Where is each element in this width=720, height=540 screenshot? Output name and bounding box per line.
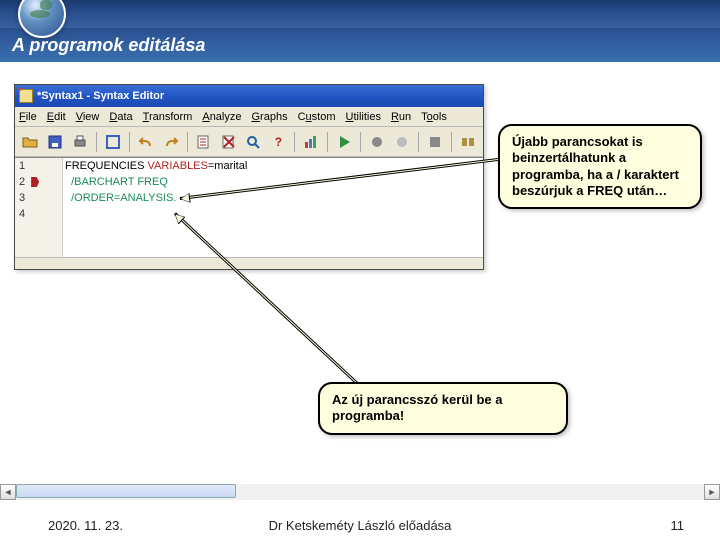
footer-date: 2020. 11. 23. — [48, 518, 123, 533]
separator — [451, 132, 452, 152]
scroll-left-icon[interactable]: ◄ — [0, 484, 16, 500]
separator — [360, 132, 361, 152]
menu-custom[interactable]: Custom — [298, 111, 336, 123]
separator — [129, 132, 130, 152]
code-line — [65, 208, 483, 224]
delete-icon[interactable] — [218, 131, 240, 153]
window-titlebar[interactable]: *Syntax1 - Syntax Editor — [15, 85, 483, 107]
find-icon[interactable] — [243, 131, 265, 153]
code-area[interactable]: FREQUENCIES VARIABLES=marital /BARCHART … — [63, 158, 483, 257]
menu-data[interactable]: Data — [109, 111, 132, 123]
syntax-editor-window: *Syntax1 - Syntax Editor File Edit View … — [14, 84, 484, 270]
menu-utilities[interactable]: Utilities — [346, 111, 381, 123]
horizontal-scrollbar[interactable]: ◄ ► — [0, 484, 720, 500]
separator — [96, 132, 97, 152]
line-gutter: 1 2 3 4 — [15, 158, 63, 257]
line-number: 1 — [19, 160, 25, 172]
line-number: 2 — [19, 176, 25, 188]
code-line: /ORDER=ANALYSIS. — [65, 192, 483, 208]
recall-icon[interactable] — [102, 131, 124, 153]
print-icon[interactable] — [69, 131, 91, 153]
menubar: File Edit View Data Transform Analyze Gr… — [15, 107, 483, 127]
slide-body: *Syntax1 - Syntax Editor File Edit View … — [0, 62, 720, 540]
run-icon[interactable] — [333, 131, 355, 153]
scroll-track[interactable] — [16, 484, 704, 500]
run-marker-icon — [31, 177, 39, 187]
toolbar: ? — [15, 127, 483, 157]
line-number: 3 — [19, 192, 25, 204]
scroll-right-icon[interactable]: ► — [704, 484, 720, 500]
slide-title-bar: A programok editálása — [0, 28, 720, 62]
window-icon — [19, 89, 33, 103]
menu-tools[interactable]: Tools — [421, 111, 447, 123]
tool3-icon[interactable] — [424, 131, 446, 153]
slide-footer: 2020. 11. 23. Dr Ketskeméty László előad… — [0, 510, 720, 540]
callout-insert-command: Újabb parancsokat is beinzertálhatunk a … — [498, 124, 702, 209]
separator — [418, 132, 419, 152]
undo-icon[interactable] — [135, 131, 157, 153]
editor-body: 1 2 3 4 FREQUENCIES VARIABLES=marital /B… — [15, 157, 483, 257]
chart-icon[interactable] — [300, 131, 322, 153]
menu-file[interactable]: File — [19, 111, 37, 123]
redo-icon[interactable] — [160, 131, 182, 153]
footer-author: Dr Ketskeméty László előadása — [269, 518, 452, 533]
status-strip — [15, 257, 483, 269]
menu-graphs[interactable]: Graphs — [251, 111, 287, 123]
menu-transform[interactable]: Transform — [143, 111, 193, 123]
separator — [187, 132, 188, 152]
banner — [0, 0, 720, 28]
separator — [327, 132, 328, 152]
callout-new-keyword: Az új parancsszó kerül be a programba! — [318, 382, 568, 435]
menu-view[interactable]: View — [76, 111, 100, 123]
footer-page: 11 — [671, 518, 685, 533]
tool2-icon[interactable] — [391, 131, 413, 153]
open-icon[interactable] — [19, 131, 41, 153]
tool1-icon[interactable] — [366, 131, 388, 153]
save-icon[interactable] — [44, 131, 66, 153]
window-title: *Syntax1 - Syntax Editor — [37, 90, 164, 102]
menu-edit[interactable]: Edit — [47, 111, 66, 123]
code-line: /BARCHART FREQ — [65, 176, 483, 192]
menu-analyze[interactable]: Analyze — [202, 111, 241, 123]
line-number: 4 — [19, 208, 25, 220]
menu-run[interactable]: Run — [391, 111, 411, 123]
goto-icon[interactable] — [193, 131, 215, 153]
help-icon[interactable]: ? — [267, 131, 289, 153]
scroll-thumb[interactable] — [16, 484, 236, 498]
tool4-icon[interactable] — [457, 131, 479, 153]
separator — [294, 132, 295, 152]
